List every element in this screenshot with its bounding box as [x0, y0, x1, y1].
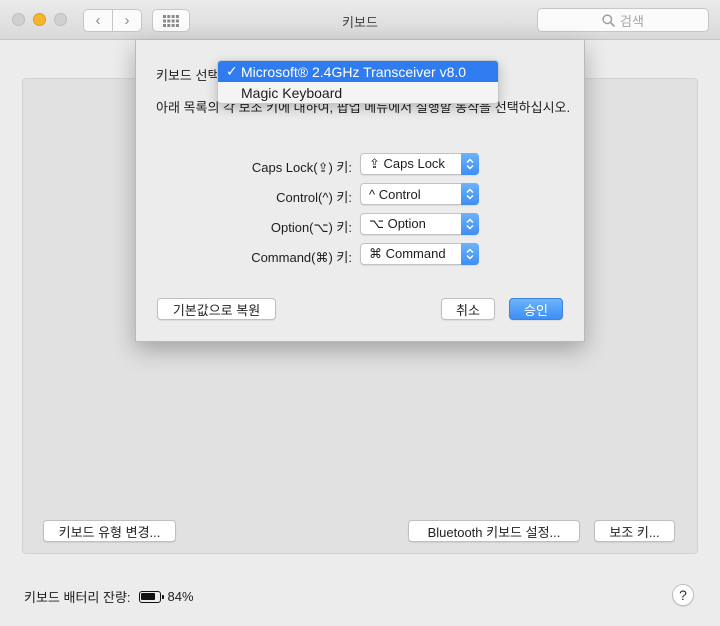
- menu-item-label: Magic Keyboard: [241, 84, 343, 101]
- bluetooth-keyboard-setup-button[interactable]: Bluetooth 키보드 설정...: [408, 520, 580, 542]
- caps-lock-popup[interactable]: ⇪ Caps Lock: [360, 153, 479, 175]
- battery-status: 키보드 배터리 잔량: 84%: [24, 587, 194, 606]
- keyboard-select-label: 키보드 선택: [156, 68, 220, 83]
- checkmark-icon: ✓: [226, 63, 238, 79]
- up-down-arrows-icon: [461, 243, 479, 265]
- help-button[interactable]: ?: [672, 584, 694, 606]
- up-down-arrows-icon: [461, 153, 479, 175]
- command-popup[interactable]: ⌘ Command: [360, 243, 479, 265]
- command-value: ⌘ Command: [369, 246, 446, 261]
- ok-button[interactable]: 승인: [509, 298, 563, 320]
- menu-item-magic-keyboard[interactable]: Magic Keyboard: [218, 82, 498, 103]
- title-bar: ‹ › 키보드 검색: [0, 0, 720, 40]
- help-icon: ?: [679, 587, 687, 603]
- search-placeholder: 검색: [620, 13, 644, 29]
- cancel-button[interactable]: 취소: [441, 298, 495, 320]
- battery-fill: [141, 593, 156, 600]
- modifier-keys-button[interactable]: 보조 키...: [594, 520, 675, 542]
- option-label: Option(⌥) 키:: [270, 220, 352, 235]
- restore-defaults-button[interactable]: 기본값으로 복원: [157, 298, 276, 320]
- keyboard-select-menu: ✓ Microsoft® 2.4GHz Transceiver v8.0 Mag…: [217, 60, 499, 104]
- menu-item-label: Microsoft® 2.4GHz Transceiver v8.0: [241, 63, 467, 80]
- menu-item-microsoft-transceiver[interactable]: ✓ Microsoft® 2.4GHz Transceiver v8.0: [218, 61, 498, 82]
- battery-icon: [138, 590, 164, 603]
- caps-lock-label: Caps Lock(⇪) 키:: [251, 160, 352, 175]
- battery-percentage: 84%: [167, 589, 194, 604]
- up-down-arrows-icon: [461, 183, 479, 205]
- control-popup[interactable]: ^ Control: [360, 183, 479, 205]
- option-value: ⌥ Option: [369, 216, 426, 231]
- search-icon: [602, 13, 615, 27]
- caps-lock-value: ⇪ Caps Lock: [369, 156, 445, 171]
- option-popup[interactable]: ⌥ Option: [360, 213, 479, 235]
- battery-label: 키보드 배터리 잔량:: [24, 590, 131, 605]
- control-label: Control(^) 키:: [276, 190, 352, 205]
- control-value: ^ Control: [369, 186, 421, 202]
- command-label: Command(⌘) 키:: [251, 250, 352, 265]
- search-field[interactable]: 검색: [537, 8, 709, 32]
- up-down-arrows-icon: [461, 213, 479, 235]
- change-keyboard-type-button[interactable]: 키보드 유형 변경...: [43, 520, 176, 542]
